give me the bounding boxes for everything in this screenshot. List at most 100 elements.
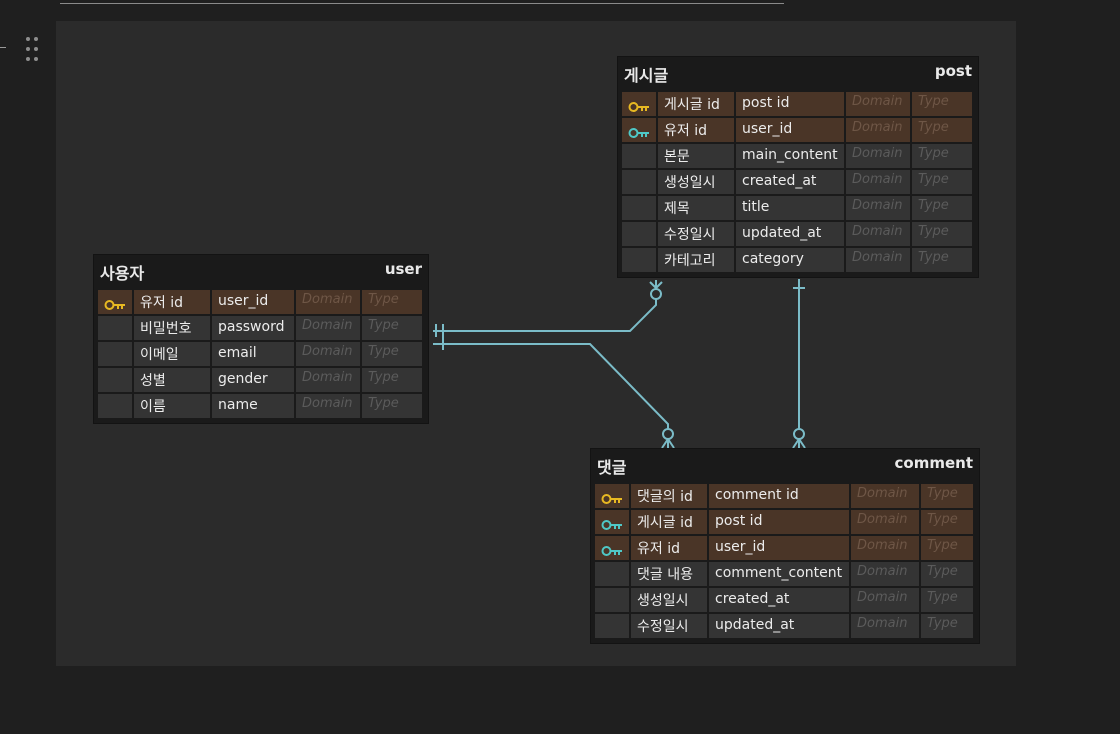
column-logical-name[interactable]: 본문 xyxy=(658,144,734,168)
entity-user[interactable]: 사용자 user 유저 id user_id Domain Type 비밀번호 passwor… xyxy=(94,255,428,423)
column-type[interactable]: Type xyxy=(362,290,422,314)
column-physical-name[interactable]: user_id xyxy=(212,290,294,314)
column-domain[interactable]: Domain xyxy=(851,510,919,534)
column-physical-name[interactable]: category xyxy=(736,248,844,272)
column-physical-name[interactable]: user_id xyxy=(736,118,844,142)
column-row[interactable]: 유저 id user_id Domain Type xyxy=(595,535,975,561)
column-type[interactable]: Type xyxy=(912,248,972,272)
column-row[interactable]: 유저 id user_id Domain Type xyxy=(98,289,424,315)
column-row[interactable]: 유저 id user_id Domain Type xyxy=(622,117,974,143)
column-domain[interactable]: Domain xyxy=(846,92,910,116)
column-logical-name[interactable]: 수정일시 xyxy=(658,222,734,246)
column-physical-name[interactable]: email xyxy=(212,342,294,366)
column-row[interactable]: 본문 main_content Domain Type xyxy=(622,143,974,169)
column-type[interactable]: Type xyxy=(912,170,972,194)
column-physical-name[interactable]: created_at xyxy=(736,170,844,194)
column-domain[interactable]: Domain xyxy=(846,118,910,142)
column-domain[interactable]: Domain xyxy=(851,484,919,508)
column-physical-name[interactable]: title xyxy=(736,196,844,220)
column-physical-name[interactable]: gender xyxy=(212,368,294,392)
entity-physical-name: post xyxy=(934,62,972,80)
column-logical-name[interactable]: 생성일시 xyxy=(658,170,734,194)
column-row[interactable]: 생성일시 created_at Domain Type xyxy=(622,169,974,195)
column-physical-name[interactable]: comment id xyxy=(709,484,849,508)
entity-comment[interactable]: 댓글 comment 댓글의 id comment id Domain Type 게시글 i… xyxy=(591,449,979,643)
column-row[interactable]: 게시글 id post id Domain Type xyxy=(622,91,974,117)
entity-header[interactable]: 사용자 user xyxy=(94,255,428,289)
column-type[interactable]: Type xyxy=(912,118,972,142)
entity-logical-name: 게시글 xyxy=(624,66,669,85)
column-domain[interactable]: Domain xyxy=(846,248,910,272)
column-logical-name[interactable]: 유저 id xyxy=(134,290,210,314)
column-logical-name[interactable]: 생성일시 xyxy=(631,588,707,612)
column-physical-name[interactable]: password xyxy=(212,316,294,340)
column-physical-name[interactable]: comment_content xyxy=(709,562,849,586)
column-row[interactable]: 제목 title Domain Type xyxy=(622,195,974,221)
column-logical-name[interactable]: 수정일시 xyxy=(631,614,707,638)
column-logical-name[interactable]: 댓글의 id xyxy=(631,484,707,508)
column-physical-name[interactable]: user_id xyxy=(709,536,849,560)
column-logical-name[interactable]: 제목 xyxy=(658,196,734,220)
column-type[interactable]: Type xyxy=(921,562,973,586)
entity-header[interactable]: 댓글 comment xyxy=(591,449,979,483)
column-physical-name[interactable]: post id xyxy=(736,92,844,116)
column-type[interactable]: Type xyxy=(921,484,973,508)
column-domain[interactable]: Domain xyxy=(846,196,910,220)
column-row[interactable]: 생성일시 created_at Domain Type xyxy=(595,587,975,613)
entity-post[interactable]: 게시글 post 게시글 id post id Domain Type 유저 id user_… xyxy=(618,57,978,277)
entity-header[interactable]: 게시글 post xyxy=(618,57,978,91)
column-domain[interactable]: Domain xyxy=(296,368,360,392)
column-logical-name[interactable]: 댓글 내용 xyxy=(631,562,707,586)
column-physical-name[interactable]: updated_at xyxy=(736,222,844,246)
column-type[interactable]: Type xyxy=(921,510,973,534)
column-physical-name[interactable]: post id xyxy=(709,510,849,534)
column-type[interactable]: Type xyxy=(912,92,972,116)
column-logical-name[interactable]: 유저 id xyxy=(631,536,707,560)
column-logical-name[interactable]: 유저 id xyxy=(658,118,734,142)
column-domain[interactable]: Domain xyxy=(846,222,910,246)
column-row[interactable]: 댓글의 id comment id Domain Type xyxy=(595,483,975,509)
column-logical-name[interactable]: 게시글 id xyxy=(658,92,734,116)
column-domain[interactable]: Domain xyxy=(851,614,919,638)
column-type[interactable]: Type xyxy=(921,588,973,612)
column-domain[interactable]: Domain xyxy=(296,342,360,366)
column-type[interactable]: Type xyxy=(912,196,972,220)
column-domain[interactable]: Domain xyxy=(846,170,910,194)
column-row[interactable]: 이름 name Domain Type xyxy=(98,393,424,419)
column-type[interactable]: Type xyxy=(362,342,422,366)
column-type[interactable]: Type xyxy=(362,394,422,418)
column-physical-name[interactable]: main_content xyxy=(736,144,844,168)
column-physical-name[interactable]: created_at xyxy=(709,588,849,612)
column-type[interactable]: Type xyxy=(912,144,972,168)
column-logical-name[interactable]: 성별 xyxy=(134,368,210,392)
column-type[interactable]: Type xyxy=(912,222,972,246)
column-domain[interactable]: Domain xyxy=(296,290,360,314)
column-row[interactable]: 댓글 내용 comment_content Domain Type xyxy=(595,561,975,587)
column-physical-name[interactable]: updated_at xyxy=(709,614,849,638)
column-row[interactable]: 수정일시 updated_at Domain Type xyxy=(622,221,974,247)
column-type[interactable]: Type xyxy=(362,368,422,392)
column-logical-name[interactable]: 비밀번호 xyxy=(134,316,210,340)
column-row[interactable]: 수정일시 updated_at Domain Type xyxy=(595,613,975,639)
column-domain[interactable]: Domain xyxy=(846,144,910,168)
column-row[interactable]: 카테고리 category Domain Type xyxy=(622,247,974,273)
column-row[interactable]: 이메일 email Domain Type xyxy=(98,341,424,367)
column-physical-name[interactable]: name xyxy=(212,394,294,418)
key-cell xyxy=(595,536,629,560)
column-domain[interactable]: Domain xyxy=(851,562,919,586)
entity-physical-name: comment xyxy=(894,454,973,472)
column-logical-name[interactable]: 이름 xyxy=(134,394,210,418)
column-logical-name[interactable]: 카테고리 xyxy=(658,248,734,272)
column-row[interactable]: 게시글 id post id Domain Type xyxy=(595,509,975,535)
column-logical-name[interactable]: 이메일 xyxy=(134,342,210,366)
column-row[interactable]: 성별 gender Domain Type xyxy=(98,367,424,393)
column-logical-name[interactable]: 게시글 id xyxy=(631,510,707,534)
column-row[interactable]: 비밀번호 password Domain Type xyxy=(98,315,424,341)
column-domain[interactable]: Domain xyxy=(851,536,919,560)
column-type[interactable]: Type xyxy=(921,614,973,638)
column-domain[interactable]: Domain xyxy=(296,316,360,340)
column-type[interactable]: Type xyxy=(362,316,422,340)
column-domain[interactable]: Domain xyxy=(296,394,360,418)
column-type[interactable]: Type xyxy=(921,536,973,560)
column-domain[interactable]: Domain xyxy=(851,588,919,612)
